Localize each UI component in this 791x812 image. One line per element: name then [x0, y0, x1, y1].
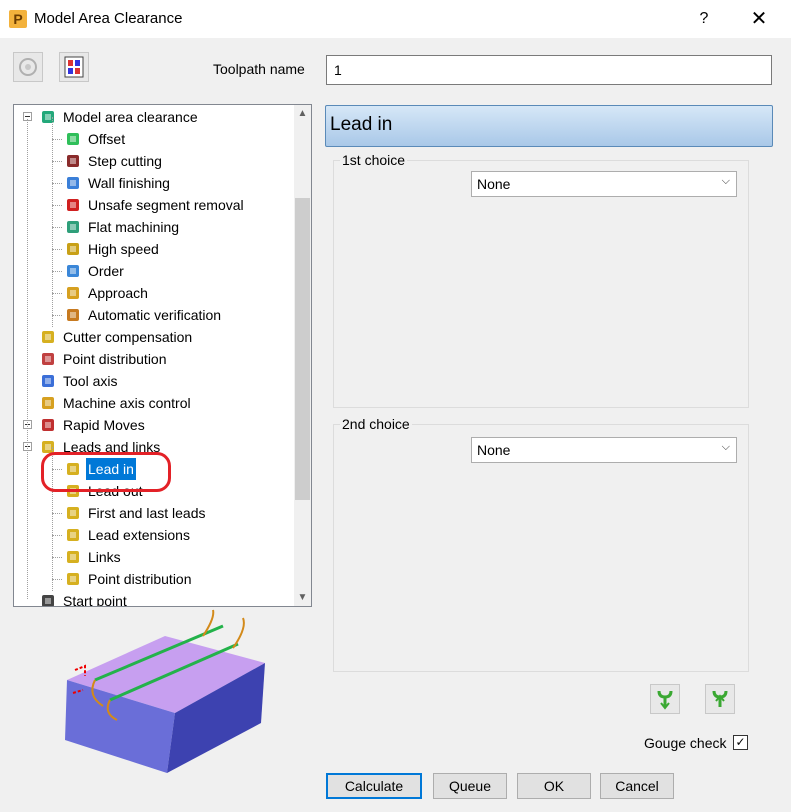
rapid-moves-icon: [39, 417, 57, 433]
panel-title: Lead in: [330, 114, 393, 135]
lead-copy-up-icon: [712, 690, 728, 707]
tree-item-label: Flat machining: [88, 219, 180, 235]
scroll-up-icon[interactable]: ▲: [294, 105, 311, 122]
tree-item-label: Point distribution: [88, 571, 192, 587]
tree-item-label: Rapid Moves: [63, 417, 145, 433]
tree-item-label: Model area clearance: [63, 109, 198, 125]
cutter-compensation-icon: [39, 329, 57, 345]
gouge-check-label: Gouge check: [644, 735, 727, 751]
tree-item-unsafe-segment-removal[interactable]: Unsafe segment removal: [14, 194, 294, 216]
lead-copy-down-icon: [657, 690, 673, 710]
first-choice-select[interactable]: None ⌵: [471, 171, 737, 197]
tree-item-label: Point distribution: [63, 351, 167, 367]
tree-connector: [52, 117, 53, 327]
tree-item-wall-finishing[interactable]: Wall finishing: [14, 172, 294, 194]
tree-item-label: Lead extensions: [88, 527, 190, 543]
tree-item-label: Unsafe segment removal: [88, 197, 244, 213]
links-icon: [64, 549, 82, 565]
tree-item-machine-axis-control[interactable]: Machine axis control: [14, 392, 294, 414]
tree-item-approach[interactable]: Approach: [14, 282, 294, 304]
tree-item-automatic-verification[interactable]: Automatic verification: [14, 304, 294, 326]
help-button[interactable]: ?: [692, 8, 716, 30]
start-point-icon: [39, 593, 57, 606]
tree-item-label: Links: [88, 549, 121, 565]
close-button[interactable]: ✕: [742, 6, 776, 32]
tree-item-label: Offset: [88, 131, 126, 147]
chevron-down-icon: ⌵: [721, 175, 730, 187]
tree-item-order[interactable]: Order: [14, 260, 294, 282]
tree-item-offset[interactable]: Offset: [14, 128, 294, 150]
toolpath-name-input[interactable]: [326, 55, 772, 85]
tree-item-step-cutting[interactable]: Step cutting: [14, 150, 294, 172]
first-choice-group: [333, 160, 749, 408]
app-icon: P: [9, 10, 27, 28]
high-speed-icon: [64, 241, 82, 257]
first-last-leads-icon: [64, 505, 82, 521]
tree-item-label: Cutter compensation: [63, 329, 193, 345]
queue-button[interactable]: Queue: [433, 773, 507, 799]
tree-item-first-and-last-leads[interactable]: First and last leads: [14, 502, 294, 524]
ok-button[interactable]: OK: [517, 773, 591, 799]
tree-item-label: Approach: [88, 285, 148, 301]
cube-gear-icon: [19, 58, 37, 76]
tree-item-label: High speed: [88, 241, 159, 257]
first-choice-value: None: [477, 176, 511, 192]
tree-item-cutter-compensation[interactable]: Cutter compensation: [14, 326, 294, 348]
point-distribution-icon: [64, 571, 82, 587]
tree-item-rapid-moves[interactable]: Rapid Moves: [14, 414, 294, 436]
tree-item-point-distribution[interactable]: Point distribution: [14, 568, 294, 590]
tree-item-label: Order: [88, 263, 124, 279]
second-choice-select[interactable]: None ⌵: [471, 437, 737, 463]
wall-finishing-icon: [64, 175, 82, 191]
highlight-annotation: [41, 452, 171, 492]
toolpath-preview-icon: [64, 56, 84, 78]
tree-item-point-distribution[interactable]: Point distribution: [14, 348, 294, 370]
strategy-tree[interactable]: Model area clearance Offset Step cutting Wa…: [13, 104, 312, 607]
second-choice-legend: 2nd choice: [340, 416, 412, 432]
toolpath-preview-button[interactable]: [59, 52, 89, 82]
tree-item-start-point[interactable]: Start point: [14, 590, 294, 607]
toolpath-preview-image: [65, 609, 265, 773]
tree-item-label: Tool axis: [63, 373, 118, 389]
toolpath-name-label: Toolpath name: [213, 61, 305, 77]
order-icon: [64, 263, 82, 279]
flat-machining-icon: [64, 219, 82, 235]
scroll-thumb[interactable]: [295, 198, 310, 500]
offset-icon: [64, 131, 82, 147]
tool-axis-icon: [39, 373, 57, 389]
gouge-check-checkbox[interactable]: ✓: [733, 735, 748, 750]
tree-item-high-speed[interactable]: High speed: [14, 238, 294, 260]
copy-lead-out-button[interactable]: [705, 684, 735, 714]
approach-icon: [64, 285, 82, 301]
chevron-down-icon: ⌵: [721, 441, 730, 453]
tree-item-flat-machining[interactable]: Flat machining: [14, 216, 294, 238]
model-area-clearance-icon: [39, 109, 57, 125]
tree-item-label: Step cutting: [88, 153, 162, 169]
tree-connector: [27, 119, 28, 599]
tree-item-tool-axis[interactable]: Tool axis: [14, 370, 294, 392]
first-choice-legend: 1st choice: [340, 152, 408, 168]
scroll-down-icon[interactable]: ▼: [294, 589, 311, 606]
window-title: Model Area Clearance: [34, 10, 183, 27]
tree-item-label: Start point: [63, 593, 127, 607]
cancel-button[interactable]: Cancel: [600, 773, 674, 799]
point-distribution-icon: [39, 351, 57, 367]
second-choice-value: None: [477, 442, 511, 458]
tree-scrollbar[interactable]: ▲ ▼: [294, 105, 311, 606]
step-cutting-icon: [64, 153, 82, 169]
verification-icon: [64, 307, 82, 323]
tree-item-label: Machine axis control: [63, 395, 191, 411]
tree-item-label: Automatic verification: [88, 307, 222, 323]
tree-item-label: First and last leads: [88, 505, 206, 521]
tree-item-links[interactable]: Links: [14, 546, 294, 568]
tree-item-lead-extensions[interactable]: Lead extensions: [14, 524, 294, 546]
machine-axis-icon: [39, 395, 57, 411]
tree-item-label: Wall finishing: [88, 175, 170, 191]
unsafe-segment-icon: [64, 197, 82, 213]
calculate-button[interactable]: Calculate: [326, 773, 422, 799]
tree-item-model-area-clearance[interactable]: Model area clearance: [14, 106, 294, 128]
copy-lead-in-button[interactable]: [650, 684, 680, 714]
form-settings-button[interactable]: [13, 52, 43, 82]
lead-extensions-icon: [64, 527, 82, 543]
